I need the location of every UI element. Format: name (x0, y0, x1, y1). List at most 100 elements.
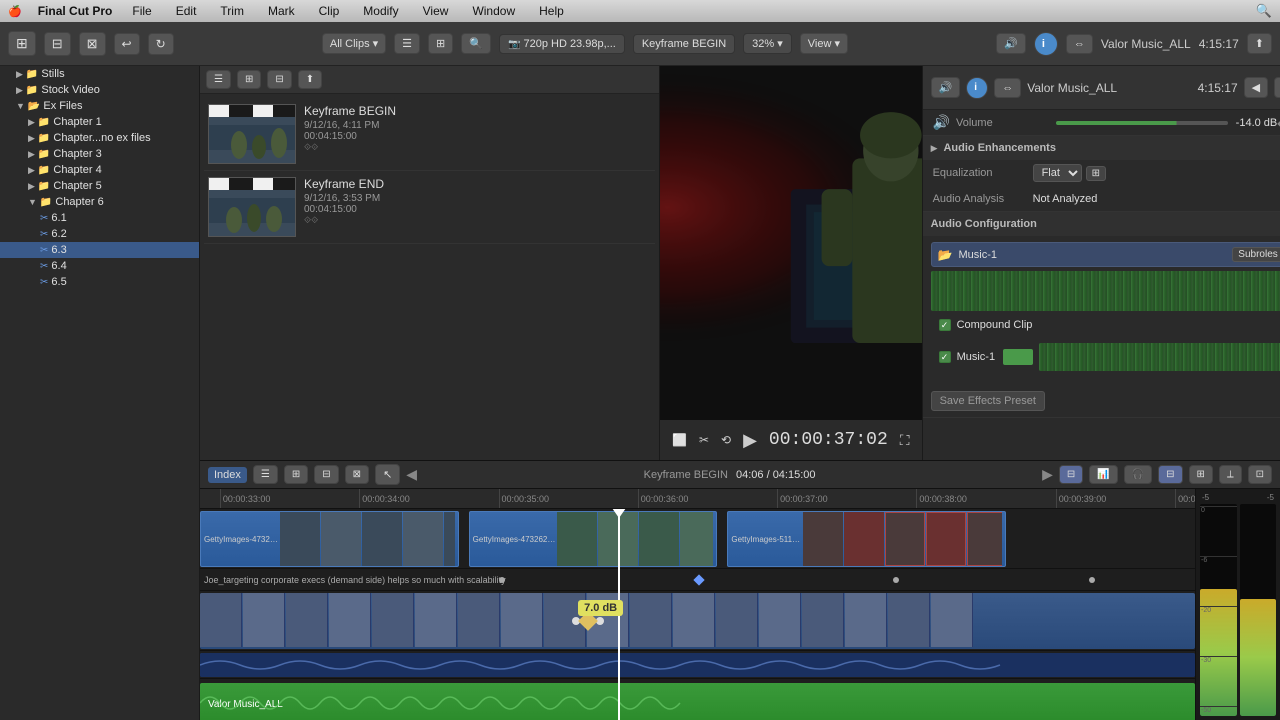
equalization-dropdown[interactable]: Flat (1033, 164, 1082, 182)
save-effects-btn[interactable]: Save Effects Preset (931, 391, 1045, 411)
clip-title: Keyframe BEGIN (304, 104, 651, 118)
clip-grid-btn[interactable]: ⊞ (237, 70, 261, 89)
audio-analysis-row: Audio Analysis Not Analyzed ⟲ (923, 186, 1280, 211)
music1-sub-checkbox[interactable]: ✓ (939, 351, 951, 363)
audio-config-header[interactable]: Audio Configuration (923, 212, 1280, 236)
menu-window[interactable]: Window (468, 4, 519, 18)
track-content[interactable]: GettyImages-473228691 (200, 509, 1195, 568)
timeline-content[interactable]: 00:00:33:00 00:00:34:00 00:00:35:00 00:0… (200, 489, 1195, 720)
clip-appearance-btn[interactable]: ☰ (253, 465, 278, 484)
video-clip-getty2[interactable]: GettyImages-473262199 (469, 511, 718, 567)
menu-file[interactable]: File (128, 4, 155, 18)
sidebar-item-chapter6[interactable]: ▼ 📁 Chapter 6 (0, 194, 199, 210)
tl-btn3[interactable]: 🎧 (1124, 465, 1152, 484)
sidebar-item-ex-files[interactable]: ▼ 📂 Ex Files (0, 98, 199, 114)
timeline-btn[interactable]: ⊠ (79, 32, 106, 56)
all-clips-btn[interactable]: All Clips ▾ (322, 33, 386, 54)
sidebar-item-stills[interactable]: ▶ 📁 Stills (0, 66, 199, 82)
timeline-view-btn[interactable]: ⊠ (345, 465, 369, 484)
zoom-control[interactable]: 32% ▾ (743, 33, 792, 54)
tl-btn5[interactable]: ⊞ (1189, 465, 1213, 484)
clip-sort-btn[interactable]: ☰ (206, 70, 231, 89)
browser-btn[interactable]: ⊟ (44, 32, 71, 56)
share-btn[interactable]: ⬆ (1247, 33, 1272, 54)
clip-filter-btn[interactable]: ⊟ (267, 70, 291, 89)
aspect-ratio-btn[interactable]: ⬜ (672, 433, 687, 447)
sidebar-item-6-4[interactable]: ✂ 6.4 (0, 258, 199, 274)
back-btn[interactable]: ↩ (114, 33, 140, 55)
zoom-in-btn[interactable]: ⊞ (284, 465, 308, 484)
trim-btn[interactable]: ✂ (699, 433, 709, 447)
sidebar-label: Chapter 1 (53, 116, 101, 128)
tl-btn6[interactable]: ⟂ (1219, 465, 1242, 484)
timeline-nav-fwd[interactable]: ▶ (1042, 466, 1053, 483)
inspector-nav-fwd[interactable]: ▶ (1274, 77, 1280, 98)
clip-item-keyframe-end[interactable]: Keyframe END 9/12/16, 3:53 PM 00:04:15:0… (204, 171, 655, 244)
clip-item-keyframe-begin[interactable]: Keyframe BEGIN 9/12/16, 4:11 PM 00:04:15… (204, 98, 655, 171)
sidebar-item-chapter5[interactable]: ▶ 📁 Chapter 5 (0, 178, 199, 194)
stabilize-btn[interactable]: ⟲ (721, 433, 731, 447)
audio-enhancements-header[interactable]: ▶ Audio Enhancements (923, 136, 1280, 160)
keyframe-dot[interactable] (499, 577, 505, 583)
compound-checkbox[interactable]: ✓ (939, 319, 951, 331)
menu-mark[interactable]: Mark (264, 4, 299, 18)
audio-clip-container[interactable] (200, 593, 1195, 649)
tl-btn1[interactable]: ⊟ (1059, 465, 1083, 484)
keyframe-dot[interactable] (893, 577, 899, 583)
video-clip-getty1[interactable]: GettyImages-473228691 (200, 511, 459, 567)
tl-btn7[interactable]: ⊡ (1248, 465, 1272, 484)
clip-date: 9/12/16, 4:11 PM (304, 120, 651, 131)
tool-select-btn[interactable]: ↖ (375, 464, 400, 485)
transform-btn[interactable]: ⇔ (1066, 34, 1093, 54)
audio-analysis-value: Not Analyzed (1033, 193, 1280, 205)
audio-meter-btn[interactable]: 🔊 (931, 77, 961, 98)
menu-help[interactable]: Help (535, 4, 568, 18)
grid-view-btn[interactable]: ⊞ (428, 33, 453, 54)
menu-edit[interactable]: Edit (172, 4, 201, 18)
clip-share-btn[interactable]: ⬆ (298, 70, 322, 89)
sidebar-item-6-3[interactable]: ✂ 6.3 (0, 242, 199, 258)
sidebar-item-6-1[interactable]: ✂ 6.1 (0, 210, 199, 226)
play-btn[interactable]: ▶ (743, 430, 757, 451)
search-btn[interactable]: 🔍 (461, 33, 491, 54)
view-btn[interactable]: View ▾ (800, 33, 848, 54)
sidebar-label: 6.5 (51, 276, 66, 288)
valor-clip[interactable]: Valor Music_ALL (200, 683, 1195, 720)
library-icon-btn[interactable]: ⊞ (8, 31, 36, 56)
audio-btn[interactable]: 🔊 (996, 33, 1026, 54)
sidebar-item-chapter1[interactable]: ▶ 📁 Chapter 1 (0, 114, 199, 130)
eq-settings-btn[interactable]: ⊞ (1086, 166, 1106, 181)
sidebar-item-chapter3[interactable]: ▶ 📁 Chapter 3 (0, 146, 199, 162)
timecode-prefix: 00:00: (769, 430, 834, 450)
menu-view[interactable]: View (419, 4, 453, 18)
tl-btn4[interactable]: ⊟ (1158, 465, 1182, 484)
menu-clip[interactable]: Clip (315, 4, 344, 18)
sidebar-item-6-5[interactable]: ✂ 6.5 (0, 274, 199, 290)
menu-modify[interactable]: Modify (359, 4, 402, 18)
sidebar-item-chapter-no-ex[interactable]: ▶ 📁 Chapter...no ex files (0, 130, 199, 146)
sidebar-item-6-2[interactable]: ✂ 6.2 (0, 226, 199, 242)
keyframe-dot[interactable] (1089, 577, 1095, 583)
inspector-transform-btn[interactable]: ⇔ (994, 78, 1021, 98)
menu-trim[interactable]: Trim (216, 4, 248, 18)
timeline-nav-back[interactable]: ◀ (406, 466, 417, 483)
forward-btn[interactable]: ↻ (148, 33, 174, 55)
keyframe-diamond[interactable] (693, 574, 704, 585)
ruler-mark: 00:00:34:00 (359, 489, 410, 508)
inspector-info-btn[interactable]: i (966, 77, 988, 99)
sidebar-item-chapter4[interactable]: ▶ 📁 Chapter 4 (0, 162, 199, 178)
video-clip-getty3[interactable]: GettyImages-511613908 (727, 511, 1006, 567)
subroles-btn[interactable]: Subroles ▾ (1232, 247, 1280, 262)
fullscreen-btn[interactable]: ⛶ (900, 432, 910, 449)
preview-video[interactable] (660, 66, 922, 420)
list-view-btn[interactable]: ☰ (394, 33, 420, 54)
search-icon[interactable]: 🔍 (1256, 3, 1272, 19)
folder-icon: 📁 (26, 69, 38, 80)
inspector-nav-back[interactable]: ◀ (1244, 77, 1268, 98)
index-tab[interactable]: Index (208, 467, 247, 483)
volume-slider[interactable] (1056, 121, 1228, 125)
audio-expand-btn[interactable]: ⊟ (314, 465, 338, 484)
sidebar-item-stock-video[interactable]: ▶ 📁 Stock Video (0, 82, 199, 98)
tl-btn2[interactable]: 📊 (1089, 465, 1117, 484)
info-btn[interactable]: i (1034, 32, 1058, 56)
